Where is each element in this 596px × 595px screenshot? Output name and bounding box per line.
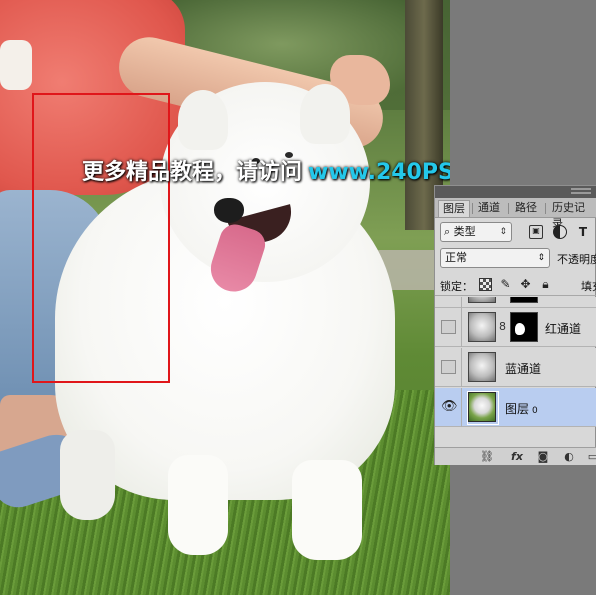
eye-icon[interactable]: 👁︎ — [441, 400, 458, 414]
chevron-updown-icon: ⇕ — [499, 227, 507, 237]
layer-thumbnail — [467, 391, 499, 425]
visibility-toggle[interactable] — [441, 360, 456, 374]
opacity-label[interactable]: 不透明度 — [557, 251, 596, 267]
layer-name[interactable]: 红通道 — [545, 320, 581, 337]
dog-nose — [214, 198, 244, 223]
tab-history[interactable]: 历史记录 — [548, 200, 596, 230]
blend-mode-select[interactable]: 正常 ⇕ — [440, 248, 550, 268]
tab-divider — [472, 203, 473, 214]
layer-row-red-channel[interactable]: 8 红通道 — [435, 308, 596, 347]
search-icon: ⌕ — [444, 225, 451, 238]
divider — [461, 308, 462, 347]
fx-icon[interactable]: fx — [509, 449, 525, 465]
blend-mode-value: 正常 — [445, 251, 467, 264]
add-mask-icon[interactable]: ◙ — [535, 449, 551, 465]
filter-kind-label: 类型 — [453, 225, 476, 238]
dog-front-right-leg — [292, 460, 362, 560]
lock-row: 锁定： ✎ ✥ 🔒︎ 填充 — [435, 274, 596, 296]
tab-paths[interactable]: 路径 — [511, 200, 541, 217]
image-filter-icon[interactable]: ▣ — [529, 225, 543, 239]
tab-channels[interactable]: 通道 — [474, 200, 504, 217]
filter-kind-select[interactable]: ⌕ 类型 ⇕ — [440, 222, 512, 242]
watermark-url: www.240PS.com — [308, 160, 450, 185]
panel-tabs: 图层 通道 路径 历史记录 — [435, 198, 596, 230]
watermark: 更多精品教程，请访问www.240PS.com — [82, 154, 450, 186]
lock-label: 锁定： — [440, 280, 473, 293]
layer-mask-thumbnail[interactable] — [510, 312, 538, 342]
document-canvas[interactable]: 更多精品教程，请访问www.240PS.com — [0, 0, 450, 595]
watermark-text: 更多精品教程，请访问 — [82, 160, 303, 185]
layer-row-hidden-top[interactable]: 8 — [435, 297, 596, 308]
layer-filter-row: ⌕ 类型 ⇕ ▣ T — [435, 220, 596, 244]
new-group-icon[interactable]: ▭ — [585, 449, 596, 465]
dog-right-ear — [300, 84, 350, 144]
mask-shape — [515, 323, 525, 335]
dog-front-left-leg — [168, 455, 228, 555]
layers-panel: 图层 通道 路径 历史记录 ⌕ 类型 ⇕ ▣ T 正常 ⇕ 不透明度 锁定： ✎… — [434, 185, 596, 465]
shirt-bow — [0, 40, 32, 90]
layer-thumbnail — [468, 297, 496, 303]
blend-row: 正常 ⇕ 不透明度 — [435, 246, 596, 270]
dog-back-leg — [60, 430, 115, 520]
panel-bottom-bar: ⛓ fx ◙ ◐ ▭ — [435, 447, 596, 465]
rectangle-selection[interactable] — [32, 93, 170, 383]
layer-row-layer0[interactable]: 👁︎ 图层 0 — [435, 388, 596, 427]
layer-thumbnail — [468, 312, 496, 342]
dog-left-ear — [178, 90, 228, 150]
layers-list[interactable]: 8 8 红通道 蓝通道 👁︎ 图层0 — [435, 297, 596, 447]
chain-link-icon[interactable]: 8 — [499, 320, 506, 333]
lock-all-icon[interactable]: 🔒︎ — [539, 278, 552, 291]
layer-row-blue-channel[interactable]: 蓝通道 — [435, 348, 596, 387]
lock-move-icon[interactable]: ✥ — [519, 278, 532, 291]
type-filter-icon[interactable]: T — [576, 225, 590, 239]
lock-brush-icon[interactable]: ✎ — [499, 278, 512, 291]
tab-divider — [545, 203, 546, 214]
layer-mask-thumbnail[interactable] — [510, 297, 538, 303]
lock-transparent-icon[interactable] — [479, 278, 492, 291]
adjustment-filter-icon[interactable] — [553, 225, 567, 239]
panel-collapse-bar[interactable] — [435, 186, 596, 198]
tab-layers[interactable]: 图层 — [438, 200, 470, 217]
layer-name[interactable]: 图层 0 — [505, 400, 538, 417]
adjustment-layer-icon[interactable]: ◐ — [561, 449, 577, 465]
tab-divider — [508, 203, 509, 214]
fill-label[interactable]: 填充 — [581, 278, 596, 294]
divider — [461, 348, 462, 387]
visibility-toggle[interactable] — [441, 320, 456, 334]
layer-thumbnail — [468, 352, 496, 382]
chevron-updown-icon: ⇕ — [537, 253, 545, 263]
layer-name[interactable]: 蓝通道 — [505, 360, 541, 377]
link-layers-icon[interactable]: ⛓ — [479, 449, 495, 465]
divider — [461, 297, 462, 308]
divider — [461, 388, 462, 427]
panel-grip-icon[interactable] — [571, 188, 591, 194]
